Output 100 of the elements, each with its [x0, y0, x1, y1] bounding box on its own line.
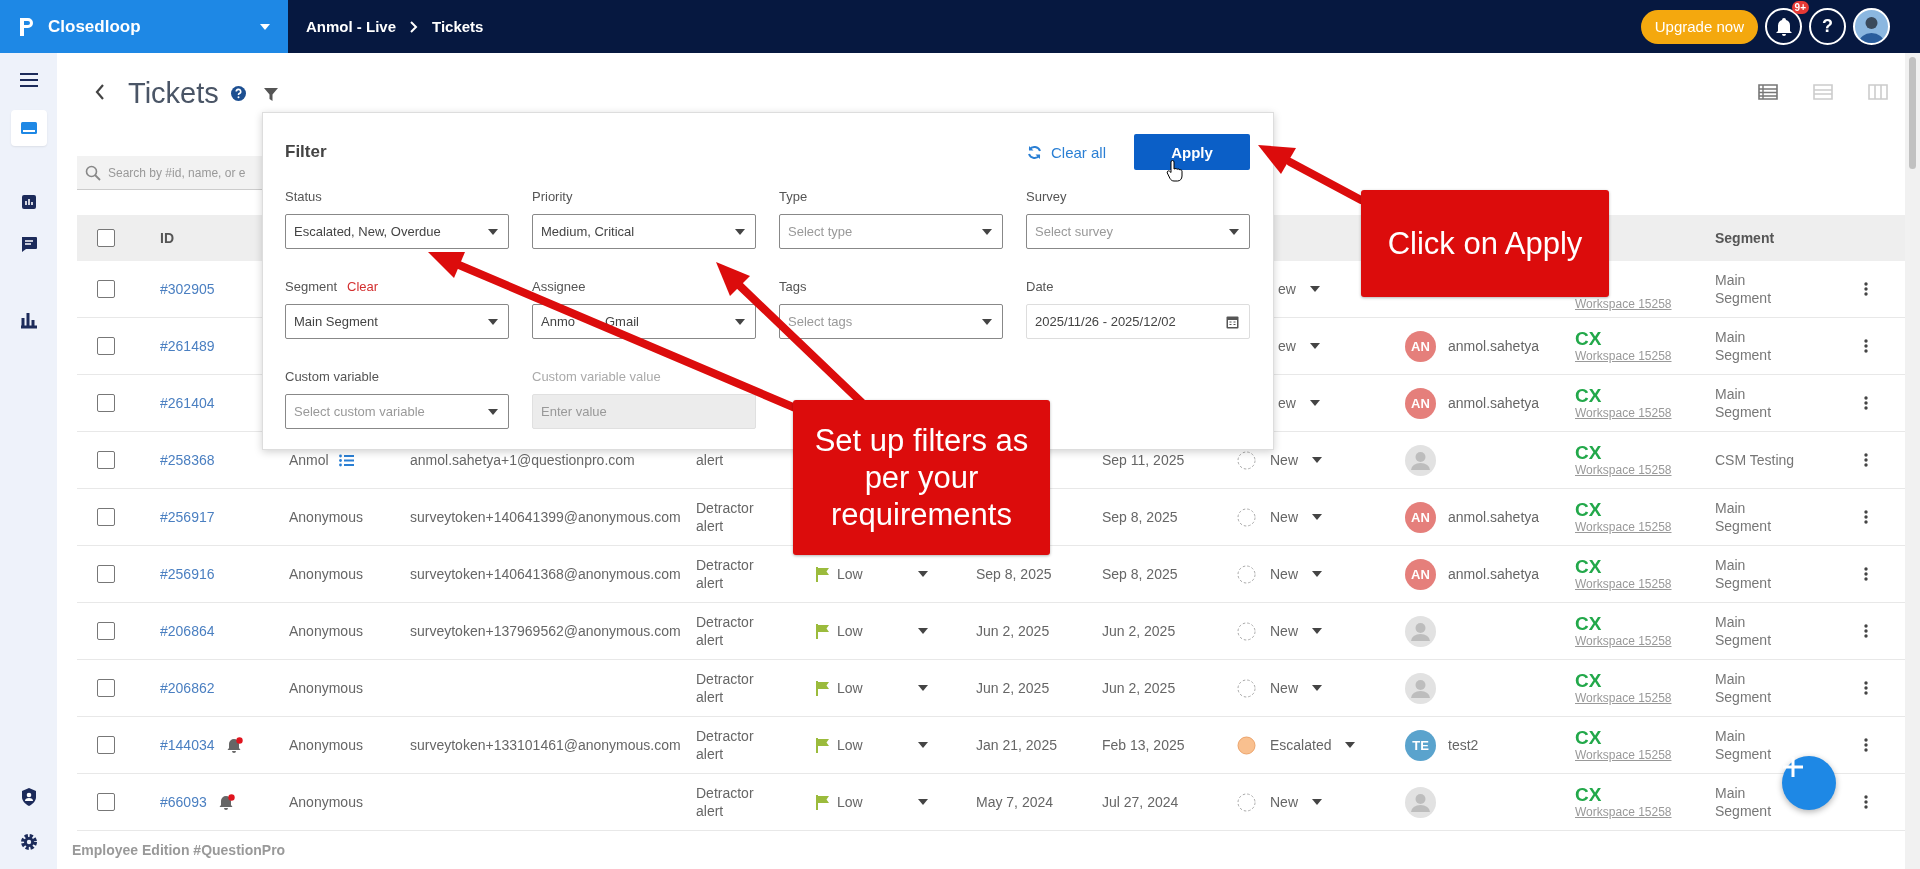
app-label: CX: [1575, 670, 1602, 691]
scrollbar-thumb[interactable]: [1909, 57, 1916, 169]
assignee-name: test2: [1448, 737, 1479, 753]
more-options-icon[interactable]: [1864, 738, 1868, 752]
table-cell-text: Main Segment: [1715, 784, 1773, 820]
help-icon[interactable]: [230, 86, 246, 101]
workspace-link[interactable]: Workspace 15258: [1575, 805, 1672, 820]
more-options-icon[interactable]: [1864, 795, 1868, 809]
more-options-icon[interactable]: [1864, 567, 1868, 581]
search-input[interactable]: Search by #id, name, or e: [108, 165, 260, 180]
priority-label: Low: [837, 794, 863, 810]
table-cell: Jan 21, 2025: [976, 737, 1057, 753]
workspace-link[interactable]: Workspace 15258: [1575, 634, 1672, 649]
checkbox[interactable]: [97, 736, 115, 754]
caret-icon: [918, 571, 928, 577]
date-range-field[interactable]: 2025/11/26 - 2025/12/02: [1026, 304, 1250, 339]
dropdown[interactable]: Medium, Critical: [532, 214, 756, 249]
back-button[interactable]: [95, 84, 105, 100]
ticket-id-link[interactable]: #256917: [160, 509, 215, 525]
clear-link[interactable]: Clear: [347, 278, 379, 294]
person-placeholder-icon: [1405, 672, 1436, 704]
dropdown[interactable]: Select type: [779, 214, 1003, 249]
table-cell: Jun 2, 2025: [976, 680, 1050, 696]
dropdown[interactable]: Main Segment: [285, 304, 509, 339]
table-cell: Anonymous: [289, 794, 363, 810]
dropdown[interactable]: Select survey: [1026, 214, 1250, 249]
workspace-link[interactable]: Workspace 15258: [1575, 691, 1672, 706]
annotation-callout: Set up filters as per your requirements: [793, 400, 1050, 555]
table-cell-text: Detractor alert: [696, 613, 755, 649]
ticket-id-link[interactable]: #256916: [160, 566, 215, 582]
dropdown[interactable]: Anmo Gmail: [532, 304, 756, 339]
breadcrumb-link[interactable]: Anmol - Live: [306, 18, 396, 35]
table-cell: Sep 8, 2025: [976, 566, 1052, 582]
caret-icon: [1309, 286, 1320, 292]
table-cell: anmol.sahetya+1@questionpro.com: [410, 452, 635, 468]
ticket-id-link[interactable]: #261404: [160, 395, 215, 411]
workspace-link[interactable]: Workspace 15258: [1575, 297, 1672, 312]
clear-all-button[interactable]: Clear all: [1026, 143, 1106, 161]
checkbox[interactable]: [97, 451, 115, 469]
dropdown[interactable]: Select custom variable: [285, 394, 509, 429]
checkbox[interactable]: [97, 565, 115, 583]
table-cell-text: alert: [696, 451, 725, 469]
assignee-avatar: AN: [1405, 387, 1436, 419]
chevron-right-icon: [410, 20, 418, 33]
filter-icon[interactable]: [263, 88, 278, 101]
field-label: Priority: [532, 188, 573, 204]
view-mode-button[interactable]: [1758, 83, 1778, 101]
assignee-avatar: AN: [1405, 330, 1436, 362]
search-field[interactable]: Search by #id, name, or e: [77, 156, 262, 190]
checkbox[interactable]: [97, 793, 115, 811]
table-cell: Anonymous: [289, 737, 363, 753]
column-header: ID: [160, 230, 174, 246]
checkbox[interactable]: [97, 622, 115, 640]
field-label: Assignee: [532, 278, 586, 294]
user-avatar[interactable]: [1853, 8, 1890, 45]
caret-icon: [1312, 514, 1322, 520]
caret-icon: [488, 318, 498, 325]
field-label: Segment: [285, 278, 338, 294]
table-cell-text: Main Segment: [1715, 670, 1773, 706]
checkbox[interactable]: [97, 280, 115, 298]
ticket-id-link[interactable]: #302905: [160, 281, 215, 297]
workspace-link[interactable]: Workspace 15258: [1575, 577, 1672, 592]
ticket-id-link[interactable]: #261489: [160, 338, 215, 354]
help-button[interactable]: ?: [1809, 8, 1846, 45]
caret-icon: [1229, 228, 1239, 235]
assignee-name: anmol.sahetya: [1448, 509, 1540, 525]
workspace-link[interactable]: Workspace 15258: [1575, 748, 1672, 763]
more-options-icon[interactable]: [1864, 453, 1868, 467]
workspace-link[interactable]: Workspace 15258: [1575, 406, 1672, 421]
checkbox[interactable]: [97, 508, 115, 526]
more-options-icon[interactable]: [1864, 624, 1868, 638]
more-options-icon[interactable]: [1864, 510, 1868, 524]
more-options-icon[interactable]: [1864, 396, 1868, 410]
checkbox[interactable]: [97, 337, 115, 355]
dropdown[interactable]: Select tags: [779, 304, 1003, 339]
checkbox[interactable]: [97, 679, 115, 697]
apply-button[interactable]: Apply: [1134, 134, 1250, 170]
more-options-icon[interactable]: [1864, 282, 1868, 296]
ticket-id-link[interactable]: #66093: [160, 794, 207, 810]
list-icon[interactable]: [338, 453, 354, 467]
dropdown[interactable]: Escalated, New, Overdue: [285, 214, 509, 249]
assignee-avatar: AN: [1405, 558, 1436, 590]
ticket-id-link[interactable]: #258368: [160, 452, 215, 468]
field-label: Date: [1026, 278, 1054, 294]
ticket-id-link[interactable]: #206862: [160, 680, 215, 696]
checkbox[interactable]: [97, 229, 115, 247]
caret-icon: [488, 408, 498, 415]
workspace-link[interactable]: Workspace 15258: [1575, 463, 1672, 478]
more-options-icon[interactable]: [1864, 681, 1868, 695]
ticket-id-link[interactable]: #144034: [160, 737, 215, 753]
status-label: New: [1270, 509, 1298, 525]
refresh-icon: [1026, 144, 1042, 160]
workspace-link[interactable]: Workspace 15258: [1575, 520, 1672, 535]
table-cell: Anonymous: [289, 566, 363, 582]
more-options-icon[interactable]: [1864, 339, 1868, 353]
add-button[interactable]: [1782, 756, 1836, 810]
ticket-id-link[interactable]: #206864: [160, 623, 215, 639]
workspace-link[interactable]: Workspace 15258: [1575, 349, 1672, 364]
caret-icon: [1312, 457, 1322, 463]
checkbox[interactable]: [97, 394, 115, 412]
